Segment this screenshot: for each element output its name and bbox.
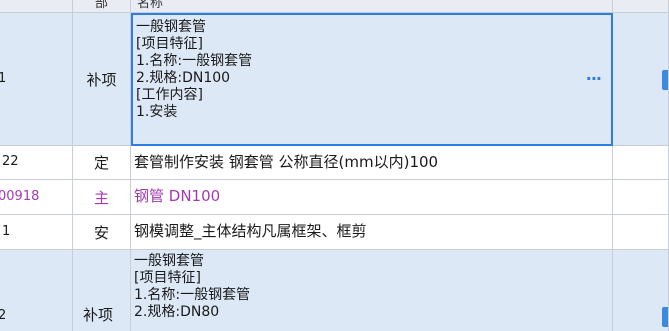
header-name-label: 名称: [137, 0, 164, 11]
name-line: 1.名称:一般钢套管: [134, 287, 251, 303]
name-line: 一般钢套管: [134, 253, 204, 269]
quota-grid: 部 名称 1 补项 一般钢套管 [项目特征] 1.名称:一般钢套管 2.规格:D…: [0, 0, 669, 331]
row-type: 主: [93, 188, 109, 207]
name-line: 2.规格:DN80: [134, 304, 220, 320]
table-row-4-name[interactable]: 一般钢套管 [项目特征] 1.名称:一般钢套管 2.规格:DN80: [131, 250, 613, 331]
row-name: 钢管 DN100: [134, 187, 221, 205]
name-line: 2.规格:DN100: [136, 70, 231, 86]
row-edit-handle-icon[interactable]: [662, 307, 668, 327]
name-line: 一般钢套管: [136, 19, 206, 35]
more-options-button[interactable]: ···: [586, 69, 602, 88]
table-row-0-type[interactable]: 补项: [73, 13, 131, 146]
table-row-0-name[interactable]: 一般钢套管 [项目特征] 1.名称:一般钢套管 2.规格:DN100 [工作内容…: [131, 13, 613, 146]
row-type: 补项: [86, 70, 117, 89]
row-code: 00918: [0, 189, 40, 204]
table-row-3-name[interactable]: 钢模调整_主体结构凡属框架、框剪: [131, 215, 613, 250]
header-extra-cell: [613, 0, 669, 13]
row-name: 套管制作安装 钢套管 公称直径(mm以内)100: [134, 153, 439, 171]
name-line: 1.安装: [136, 104, 178, 120]
name-line: [项目特征]: [134, 270, 201, 286]
header-code-cell: [0, 0, 73, 13]
table-row-3-type[interactable]: 安: [73, 215, 131, 250]
table-row-3-extra[interactable]: [613, 215, 669, 250]
table-row-3-code[interactable]: 1: [0, 215, 73, 250]
row-name: 钢模调整_主体结构凡属框架、框剪: [134, 222, 367, 240]
name-line: [工作内容]: [136, 87, 203, 103]
row-edit-handle-icon[interactable]: [662, 70, 668, 90]
row-type: 定: [93, 154, 109, 172]
table-row-2-name[interactable]: 钢管 DN100: [131, 180, 613, 215]
name-line: [项目特征]: [136, 36, 203, 52]
row-code: 1: [0, 69, 6, 89]
header-type-cell[interactable]: 部: [73, 0, 131, 13]
row-code: 1: [2, 224, 11, 239]
row-type: 补项: [83, 306, 114, 324]
table-row-4-code[interactable]: 2: [0, 250, 73, 331]
table-row-1-extra[interactable]: [613, 146, 669, 180]
table-row-2-extra[interactable]: [613, 180, 669, 215]
header-type-label: 部: [95, 0, 109, 11]
name-line: 1.名称:一般钢套管: [136, 53, 253, 69]
table-row-1-type[interactable]: 定: [73, 146, 131, 180]
row-type: 安: [93, 223, 109, 242]
table-row-1-code[interactable]: 22: [0, 146, 73, 180]
table-row-2-code[interactable]: 00918: [0, 180, 73, 215]
row-code: 2: [0, 306, 6, 326]
table-row-0-code[interactable]: 1: [0, 13, 73, 146]
table-row-4-extra[interactable]: [613, 250, 669, 331]
table-row-0-extra[interactable]: [613, 13, 669, 146]
table-row-2-type[interactable]: 主: [73, 180, 131, 215]
header-name-cell[interactable]: 名称: [131, 0, 613, 13]
table-row-4-type[interactable]: 补项: [73, 250, 131, 331]
table-row-1-name[interactable]: 套管制作安装 钢套管 公称直径(mm以内)100: [131, 146, 613, 180]
row-code: 22: [2, 154, 19, 169]
